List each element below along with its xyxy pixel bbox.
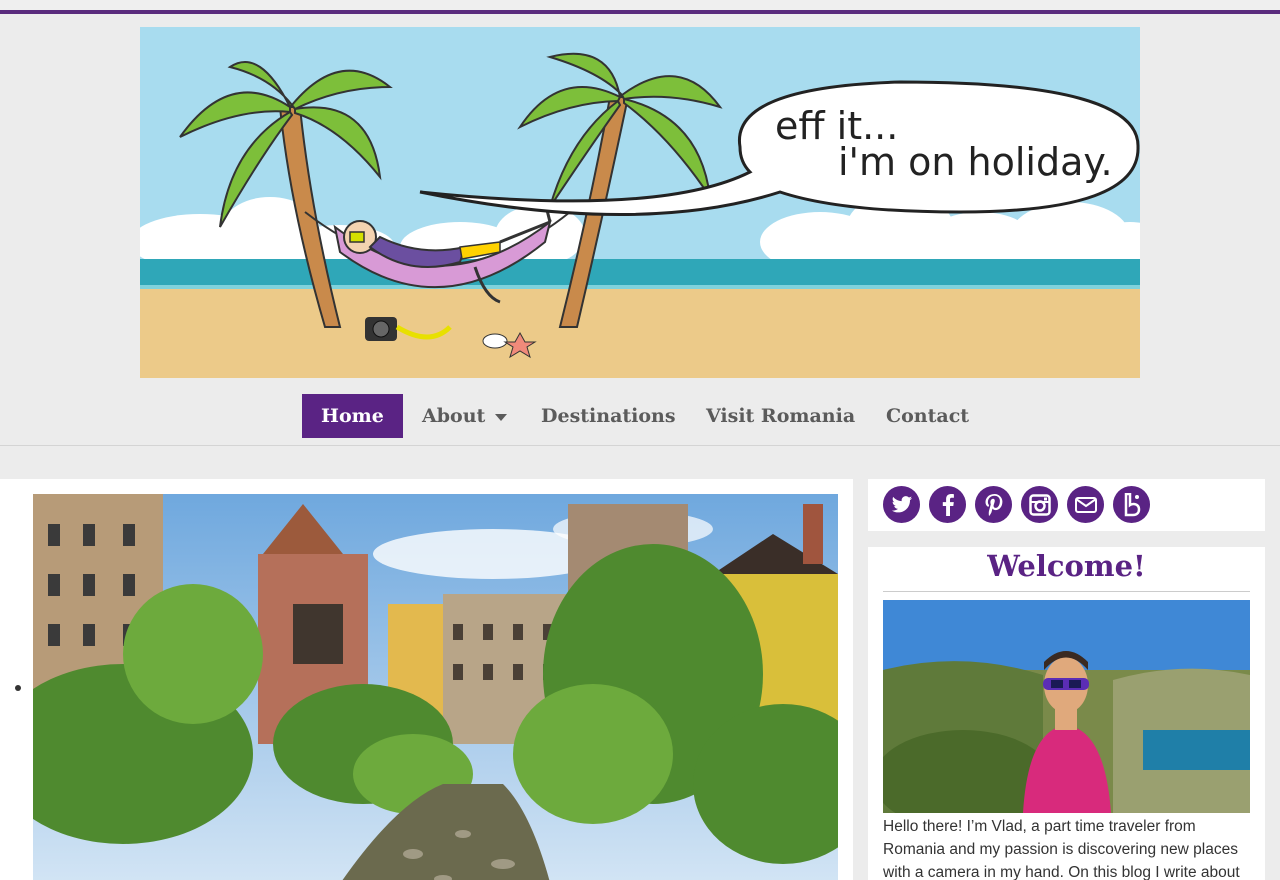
nav-home[interactable]: Home	[302, 394, 403, 438]
speech-line-2: i'm on holiday.	[838, 140, 1113, 184]
twitter-icon[interactable]	[883, 486, 920, 523]
welcome-widget: Welcome! Hello there! I’m Vlad, a part t…	[868, 547, 1265, 880]
beach-illustration: eff it... i'm on holiday.	[140, 27, 1140, 378]
social-widget	[868, 479, 1265, 531]
instagram-icon[interactable]	[1021, 486, 1058, 523]
bloglovin-icon[interactable]	[1113, 486, 1150, 523]
nav-destinations[interactable]: Destinations	[541, 394, 676, 438]
header-banner[interactable]: eff it... i'm on holiday.	[140, 27, 1140, 378]
nav-about-label: About	[422, 405, 486, 427]
main-nav: Home About Destinations Visit Romania Co…	[0, 394, 1280, 438]
nav-visit-romania[interactable]: Visit Romania	[706, 394, 855, 438]
welcome-title: Welcome!	[987, 549, 1146, 583]
chevron-down-icon	[495, 413, 508, 421]
edinburgh-photo	[33, 494, 838, 880]
author-photo[interactable]	[883, 600, 1250, 813]
top-accent-bar	[0, 0, 1280, 14]
facebook-icon[interactable]	[929, 486, 966, 523]
featured-post-image[interactable]	[33, 494, 838, 880]
slider-bullet	[15, 685, 21, 691]
nav-contact[interactable]: Contact	[886, 394, 969, 438]
author-portrait	[883, 600, 1250, 813]
main-content	[0, 479, 853, 880]
nav-about[interactable]: About	[422, 394, 508, 438]
pinterest-icon[interactable]	[975, 486, 1012, 523]
welcome-divider	[883, 591, 1250, 592]
intro-text: Hello there! I’m Vlad, a part time trave…	[883, 818, 1240, 880]
nav-divider	[0, 445, 1280, 446]
email-icon[interactable]	[1067, 486, 1104, 523]
